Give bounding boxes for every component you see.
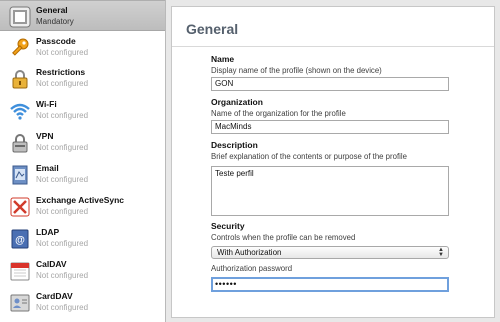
email-icon bbox=[9, 164, 31, 186]
sidebar-item-title: Passcode bbox=[36, 36, 76, 46]
title-divider bbox=[172, 46, 494, 47]
sidebar-item-title: CardDAV bbox=[36, 291, 73, 301]
sidebar-item-title: Exchange ActiveSync bbox=[36, 195, 125, 205]
organization-label: Organization bbox=[211, 97, 263, 107]
vpn-lock-icon bbox=[9, 132, 31, 154]
lock-icon bbox=[9, 68, 31, 90]
name-label: Name bbox=[211, 54, 235, 64]
sidebar-item-title: Email bbox=[36, 163, 59, 173]
general-panel: General Name Display name of the profile… bbox=[171, 6, 495, 318]
security-select[interactable]: With Authorization ▲ ▼ bbox=[211, 246, 449, 259]
sidebar-item-exchange[interactable]: Exchange ActiveSync Not configured bbox=[0, 191, 165, 222]
auth-password-label: Authorization password bbox=[211, 264, 293, 273]
sidebar-item-status: Not configured bbox=[36, 239, 89, 248]
ldap-icon: @ bbox=[9, 228, 31, 250]
sidebar-item-vpn[interactable]: VPN Not configured bbox=[0, 127, 165, 158]
sidebar-item-status: Not configured bbox=[36, 111, 89, 120]
sidebar-item-status: Not configured bbox=[36, 143, 89, 152]
calendar-icon bbox=[9, 260, 31, 282]
sidebar-item-title: Restrictions bbox=[36, 67, 86, 77]
sidebar-item-ldap[interactable]: @ LDAP Not configured bbox=[0, 223, 165, 254]
sidebar-item-status: Not configured bbox=[36, 175, 89, 184]
sidebar-item-title: VPN bbox=[36, 131, 54, 141]
svg-text:@: @ bbox=[15, 235, 25, 246]
page-title: General bbox=[186, 21, 239, 37]
exchange-icon bbox=[9, 196, 31, 218]
sidebar-item-status: Not configured bbox=[36, 48, 89, 57]
organization-field[interactable]: MacMinds bbox=[211, 120, 449, 134]
sidebar-item-general[interactable]: General Mandatory bbox=[0, 0, 165, 31]
sidebar-item-title: Wi-Fi bbox=[36, 99, 57, 109]
sidebar-item-caldav[interactable]: CalDAV Not configured bbox=[0, 255, 165, 286]
wifi-icon bbox=[9, 100, 31, 122]
sidebar-item-title: General bbox=[36, 5, 68, 15]
name-field[interactable]: GON bbox=[211, 77, 449, 91]
key-icon bbox=[9, 37, 31, 59]
sidebar-item-status: Not configured bbox=[36, 271, 89, 280]
sidebar-item-title: CalDAV bbox=[36, 259, 67, 269]
sidebar-item-status: Not configured bbox=[36, 79, 89, 88]
description-label: Description bbox=[211, 140, 258, 150]
general-icon bbox=[9, 6, 31, 28]
sidebar-item-status: Mandatory bbox=[36, 17, 74, 26]
sidebar-item-carddav[interactable]: CardDAV Not configured bbox=[0, 287, 165, 318]
contacts-icon bbox=[9, 292, 31, 314]
sidebar-item-passcode[interactable]: Passcode Not configured bbox=[0, 32, 165, 63]
sidebar-item-status: Not configured bbox=[36, 207, 89, 216]
security-label: Security bbox=[211, 221, 245, 231]
sidebar-item-title: LDAP bbox=[36, 227, 60, 237]
sidebar-item-status: Not configured bbox=[36, 303, 89, 312]
security-select-value: With Authorization bbox=[217, 248, 282, 257]
sidebar-item-email[interactable]: Email Not configured bbox=[0, 159, 165, 190]
organization-description: Name of the organization for the profile bbox=[211, 109, 346, 118]
name-description: Display name of the profile (shown on th… bbox=[211, 66, 382, 75]
select-arrows-icon: ▲ ▼ bbox=[438, 247, 444, 258]
description-textarea[interactable]: Teste perfil bbox=[211, 166, 449, 216]
settings-pane: General Name Display name of the profile… bbox=[167, 0, 500, 322]
security-description: Controls when the profile can be removed bbox=[211, 233, 356, 242]
sidebar-item-wifi[interactable]: Wi-Fi Not configured bbox=[0, 95, 165, 126]
payload-sidebar: General Mandatory Passcode Not configure… bbox=[0, 0, 166, 322]
auth-password-field[interactable]: •••••• bbox=[211, 277, 449, 292]
sidebar-item-restrictions[interactable]: Restrictions Not configured bbox=[0, 63, 165, 94]
description-description: Brief explanation of the contents or pur… bbox=[211, 152, 407, 161]
